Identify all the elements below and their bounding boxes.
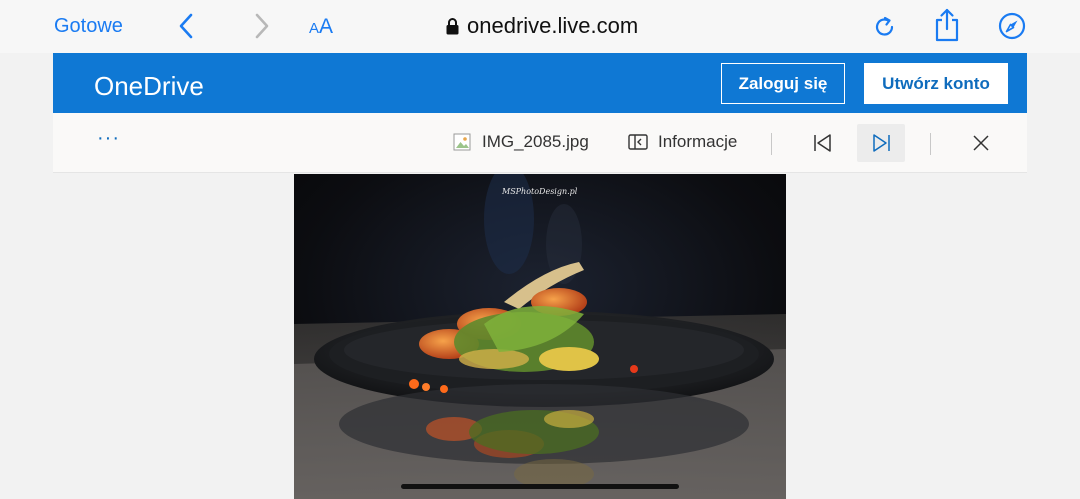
share-icon[interactable] (934, 8, 960, 42)
login-button[interactable]: Zaloguj się (721, 63, 845, 104)
compass-icon[interactable] (998, 12, 1026, 40)
info-button[interactable]: Informacje (628, 132, 737, 152)
text-size-big: A (319, 15, 334, 38)
done-button[interactable]: Gotowe (54, 15, 123, 38)
create-account-button[interactable]: Utwórz konto (864, 63, 1008, 104)
toolbar-divider (771, 133, 772, 155)
text-size-small: A (309, 20, 320, 37)
food-photo[interactable]: MSPhotoDesign.pl (294, 174, 786, 499)
file-name: IMG_2085.jpg (453, 132, 589, 152)
toolbar-divider (930, 133, 931, 155)
photo-image (294, 174, 786, 499)
url-text: onedrive.live.com (467, 13, 639, 38)
viewer-content: MSPhotoDesign.pl (53, 174, 1027, 499)
browser-toolbar: Gotowe AA onedrive.live.com (0, 0, 1080, 53)
home-indicator[interactable] (401, 484, 679, 489)
app-title[interactable]: OneDrive (94, 71, 204, 102)
viewer-toolbar: ··· IMG_2085.jpg Informacje (53, 113, 1027, 173)
info-label: Informacje (658, 132, 738, 151)
back-chevron-icon[interactable] (176, 12, 196, 40)
file-name-text: IMG_2085.jpg (482, 132, 589, 151)
watermark-text: MSPhotoDesign.pl (502, 187, 578, 196)
address-bar[interactable]: onedrive.live.com (446, 13, 638, 39)
image-file-icon (453, 133, 471, 151)
lock-icon (446, 18, 459, 35)
more-options-button[interactable]: ··· (97, 128, 119, 151)
close-icon[interactable] (971, 133, 991, 153)
info-pane-icon (628, 134, 648, 150)
previous-icon[interactable] (809, 131, 835, 155)
next-button[interactable] (857, 124, 905, 162)
reload-icon[interactable] (873, 14, 897, 40)
onedrive-header: OneDrive Zaloguj się Utwórz konto (53, 53, 1027, 113)
forward-chevron-icon[interactable] (252, 12, 272, 40)
text-size-button[interactable]: AA (309, 15, 333, 39)
next-icon (873, 134, 890, 152)
